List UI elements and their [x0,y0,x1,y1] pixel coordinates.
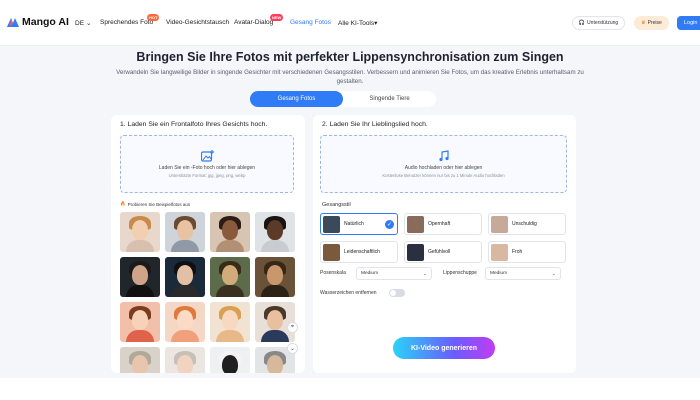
tab-singende-tiere[interactable]: Singende Tiere [343,91,436,107]
style-thumbnail [491,215,508,233]
example-photo[interactable] [210,347,250,373]
chevron-down-icon: ⌄ [422,271,427,277]
example-photo[interactable] [165,302,205,342]
example-photo[interactable] [120,212,160,252]
style-label: Leidenschaftlich [344,249,380,255]
step-2-title: 2. Laden Sie Ihr Lieblingslied hoch. [322,121,428,128]
music-note-icon [438,150,449,162]
style-label: Opernhaft [428,221,451,227]
lip-scale-value: Medium [490,271,508,276]
page-title: Bringen Sie Ihre Fotos mit perfekter Lip… [136,50,564,64]
examples-label-text: Probieren Sie Beispielfotos aus [127,201,191,207]
top-nav: Mango AI DE ⌄ Sprechendes Foto HOT Video… [0,0,700,46]
mango-logo-icon [7,17,19,27]
mode-tabs: Gesang Fotos Singende Tiere [250,91,436,107]
audio-upload-panel: 2. Laden Sie Ihr Lieblingslied hoch. Aud… [313,115,576,373]
hot-badge: HOT [147,14,160,21]
style-label: Gefühlvoll [428,249,451,255]
lip-scale-select[interactable]: Medium ⌄ [485,267,561,280]
page-footer-band [0,378,700,400]
photo-upload-label: Laden Sie ein -Foto hoch oder hier ableg… [158,165,256,171]
style-option-natuerlich[interactable]: Natürlich ✓ [320,213,398,235]
example-photo[interactable] [120,302,160,342]
photo-dropzone[interactable]: Laden Sie ein -Foto hoch oder hier ableg… [120,135,294,193]
style-option-opernhaft[interactable]: Opernhaft [404,213,482,235]
style-thumbnail [323,215,340,233]
support-label: Unterstützung [587,20,619,26]
audio-dropzone[interactable]: Audio hochladen oder hier ablegen Kosten… [320,135,567,193]
nav-link-alle-ki-tools-label: Alle KI-Tools [338,20,375,27]
nav-link-sprechendes-foto[interactable]: Sprechendes Foto [100,19,153,26]
style-label: Unschuldig [512,221,537,227]
pose-scale-value: Medium [361,271,379,276]
fire-icon: 🔥 [120,201,126,206]
example-photo[interactable] [165,212,205,252]
singing-style-options: Natürlich ✓ Opernhaft Unschuldig Leidens… [320,213,566,263]
audio-upload-label: Audio hochladen oder hier ablegen [404,165,483,171]
chevron-down-icon: ⌄ [551,271,556,277]
nav-link-video-gesichtstausch[interactable]: Video-Gesichtstausch [166,19,229,26]
support-button[interactable]: 🎧 Unterstützung [572,16,625,30]
style-thumbnail [407,243,424,261]
prices-button[interactable]: ♛ Preise [634,16,669,30]
style-thumbnail [491,243,508,261]
style-thumbnail [323,243,340,261]
step-1-title: 1. Laden Sie ein Frontalfoto Ihres Gesic… [120,121,268,128]
chevron-down-icon[interactable]: ⌄ [287,343,298,354]
pose-scale-label: Posenskala [320,270,346,276]
pose-scale-select[interactable]: Medium ⌄ [356,267,432,280]
crown-icon: ♛ [641,20,646,26]
photo-upload-panel: 1. Laden Sie ein Frontalfoto Ihres Gesic… [111,115,305,373]
style-option-froh[interactable]: Froh [488,241,566,263]
lip-scale-label: Lippenschuppe [443,270,477,276]
watermark-label: Wasserzeichen entfernen [320,290,377,296]
caret-down-icon: ▾ [374,20,378,27]
example-photo[interactable] [255,212,295,252]
example-photo[interactable] [120,257,160,297]
language-label: DE [75,19,85,27]
audio-upload-hint: Kostenlose Benutzer können nur bis zu 1 … [382,173,505,178]
crosshair-icon[interactable]: ⌖ [287,322,298,333]
style-label: Froh [512,249,523,255]
tab-gesang-fotos[interactable]: Gesang Fotos [250,91,343,107]
nav-link-alle-ki-tools[interactable]: Alle KI-Tools▾ [338,19,377,27]
logo[interactable]: Mango AI [7,16,69,28]
nav-link-gesang-fotos[interactable]: Gesang Fotos [290,19,331,26]
example-photo[interactable] [165,257,205,297]
style-option-gefuehlvoll[interactable]: Gefühlvoll [404,241,482,263]
example-photo[interactable] [210,257,250,297]
photo-upload-hint: Unterstützte Format: jpg, jpeg, png, web… [168,173,246,178]
style-thumbnail [407,215,424,233]
new-badge: NEW [270,14,284,21]
checkmark-icon: ✓ [385,220,394,229]
example-photo[interactable] [210,302,250,342]
example-photo-grid [120,212,296,373]
singing-style-label: Gesangsstil [322,202,351,208]
headset-icon: 🎧 [578,20,586,26]
image-upload-icon [200,150,214,162]
nav-link-avatar-dialog[interactable]: Avatar-Dialog [234,19,273,26]
login-button[interactable]: Login [677,16,700,30]
style-option-leidenschaftlich[interactable]: Leidenschaftlich [320,241,398,263]
page-subtitle: Verwandeln Sie langweilige Bilder in sin… [116,69,584,85]
examples-label: 🔥 Probieren Sie Beispielfotos aus [120,201,190,207]
example-photo[interactable] [165,347,205,373]
logo-text: Mango AI [22,16,69,28]
language-selector[interactable]: DE ⌄ [75,19,92,28]
prices-label: Preise [647,20,662,26]
chevron-down-icon: ⌄ [86,20,92,27]
generate-video-button[interactable]: KI-Video generieren [393,337,495,359]
example-photo[interactable] [210,212,250,252]
style-option-unschuldig[interactable]: Unschuldig [488,213,566,235]
example-photo[interactable] [120,347,160,373]
example-photo[interactable] [255,257,295,297]
watermark-toggle[interactable] [389,289,405,297]
style-label: Natürlich [344,221,364,227]
